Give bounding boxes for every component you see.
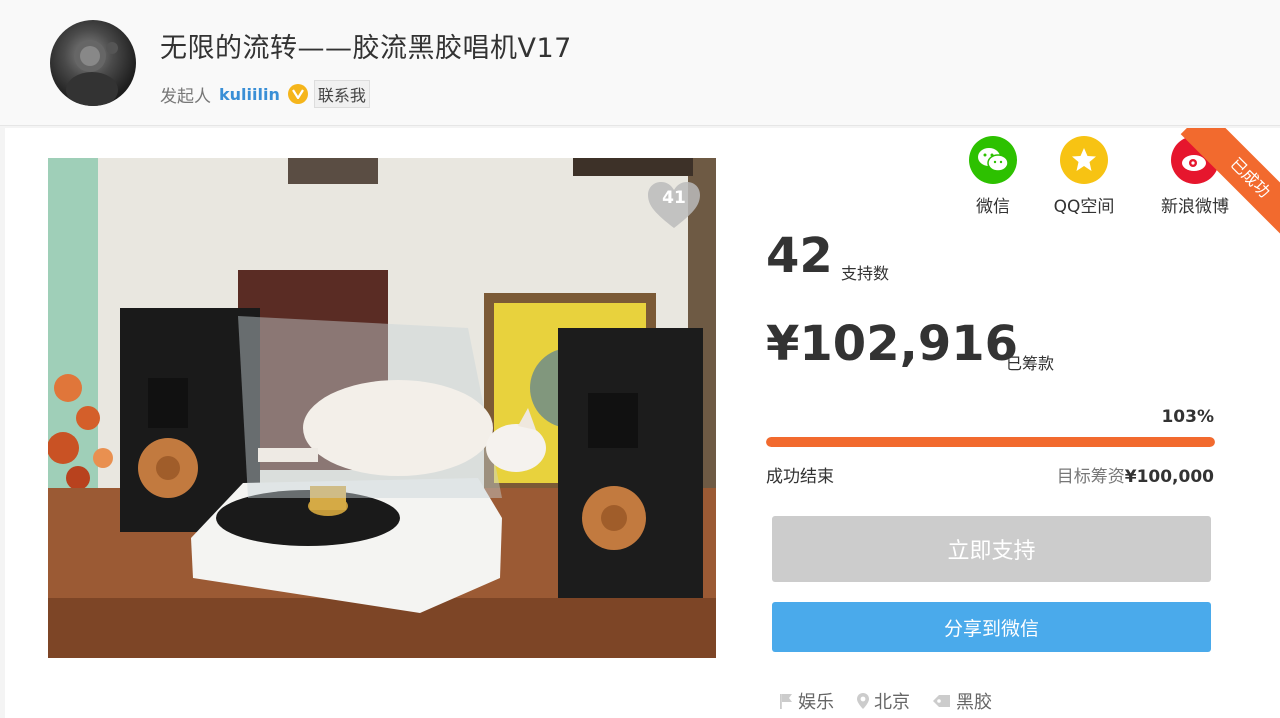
flag-icon [780,694,792,709]
project-tags: 娱乐 北京 黑胶 [778,688,1014,714]
share-qzone-label: QQ空间 [1053,197,1115,217]
tag-category-label: 娱乐 [798,692,834,713]
tag-category[interactable]: 娱乐 [778,688,834,714]
progress-percent: 103% [1161,407,1214,427]
progress-bar [766,437,1215,447]
support-now-button[interactable]: 立即支持 [772,516,1211,582]
verified-badge-icon [287,84,308,104]
goal-value: ¥100,000 [1124,467,1214,487]
supporters-count: 42 [766,228,833,284]
contact-me-button[interactable]: 联系我 [313,80,370,108]
share-to-wechat-button[interactable]: 分享到微信 [772,602,1211,652]
tag-icon [933,695,950,707]
project-photo[interactable] [48,158,716,658]
success-ribbon-label: 已成功 [1180,128,1280,248]
initiator-row: 发起人 kuliilin 联系我 [160,80,370,108]
raised-label: 已筹款 [1006,354,1055,373]
like-count: 41 [662,188,686,208]
goal-label: 目标筹资 [1056,467,1125,487]
avatar[interactable] [50,20,136,106]
success-ribbon: 已成功 [1150,128,1280,258]
supporters-label: 支持数 [841,264,890,283]
location-pin-icon [857,693,869,709]
goal-text: 目标筹资¥100,000 [1057,462,1214,487]
initiator-name-link[interactable]: kuliilin [219,85,280,104]
tag-location[interactable]: 北京 [856,688,910,714]
wechat-icon [969,136,1017,184]
tag-location-label: 北京 [874,692,910,713]
page-title: 无限的流转——胶流黑胶唱机V17 [160,33,572,64]
share-qzone[interactable]: QQ空间 [1039,136,1129,217]
progress-bar-fill [766,437,1215,447]
raised-amount: ¥102,916 [766,316,1019,372]
initiator-label: 发起人 [160,86,211,107]
tag-keyword-label: 黑胶 [956,692,992,713]
status-text: 成功结束 [766,467,834,487]
share-wechat[interactable]: 微信 [948,136,1038,217]
tag-keyword[interactable]: 黑胶 [932,688,992,714]
share-wechat-label: 微信 [976,197,1010,217]
like-button[interactable]: 41 [646,180,702,230]
project-header: 无限的流转——胶流黑胶唱机V17 发起人 kuliilin 联系我 [0,0,1280,126]
qzone-icon [1060,136,1108,184]
